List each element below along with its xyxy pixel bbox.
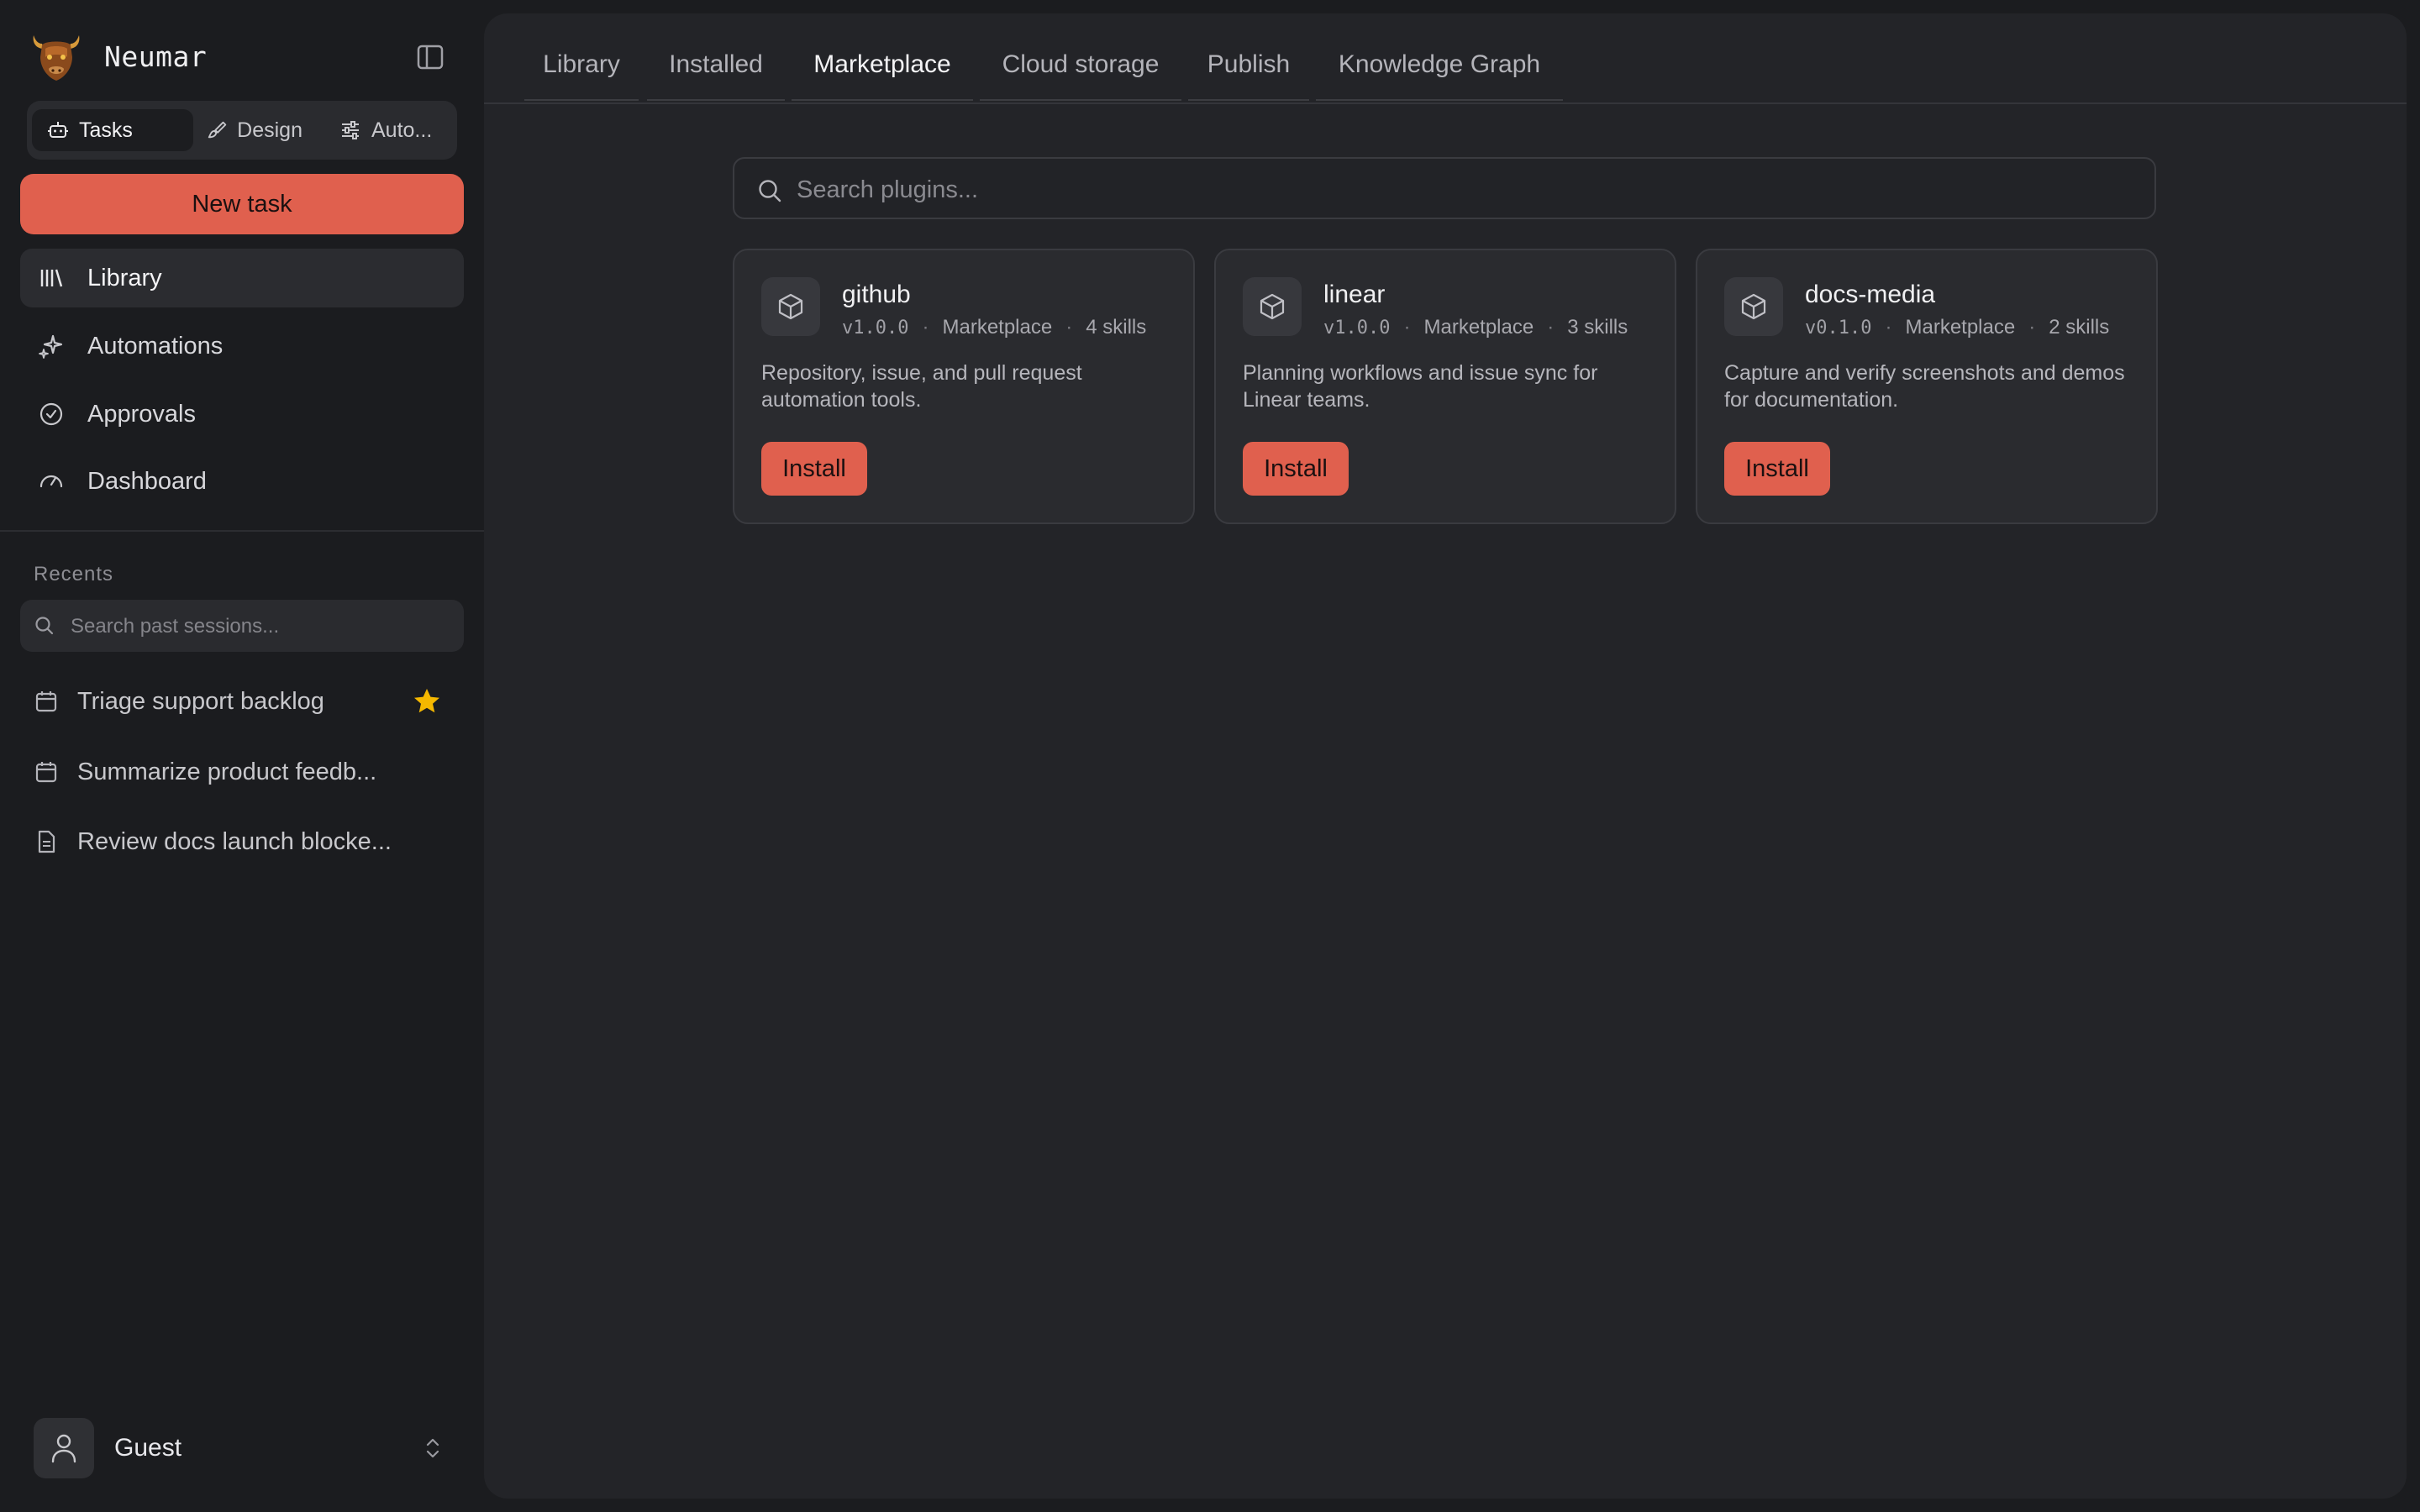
recent-session-item[interactable]: Summarize product feedb... — [20, 743, 464, 801]
gauge-icon — [37, 467, 66, 496]
mode-design[interactable]: Design — [192, 109, 318, 151]
plugin-name: docs-media — [1805, 281, 1936, 308]
mode-label: Design — [237, 118, 302, 142]
plugin-skills: 2 skills — [2049, 316, 2110, 339]
tab-library[interactable]: Library — [524, 50, 639, 101]
plugin-search-box — [733, 157, 2156, 219]
mode-label: Auto... — [371, 118, 433, 142]
package-icon — [761, 277, 820, 336]
sidebar-item-library[interactable]: Library — [20, 249, 464, 307]
calendar-icon — [32, 758, 60, 786]
plugin-skills: 4 skills — [1086, 316, 1147, 339]
chevron-up-down-icon — [426, 1438, 439, 1458]
plugin-name: github — [842, 281, 911, 308]
plugin-card-linear: linear v1.0.0 · Marketplace · 3 skills Plann… — [1214, 249, 1676, 524]
plugin-card-github: github v1.0.0 · Marketplace · 4 skills Repos… — [733, 249, 1195, 524]
plugin-description: Planning workflows and issue sync for Li… — [1243, 361, 1598, 412]
recent-session-item[interactable]: Triage support backlog — [20, 672, 464, 731]
avatar — [34, 1418, 94, 1478]
sparkles-icon — [37, 332, 66, 360]
plugin-skills: 3 skills — [1567, 316, 1628, 339]
recent-search-input[interactable] — [69, 608, 452, 645]
main-panel: Library Installed Marketplace Cloud stor… — [484, 13, 2407, 1499]
tab-marketplace[interactable]: Marketplace — [792, 50, 973, 101]
package-icon — [1724, 277, 1783, 336]
plugin-meta: v0.1.0 · Marketplace · 2 skills — [1805, 316, 2110, 339]
tab-publish[interactable]: Publish — [1188, 50, 1309, 101]
recent-session-label: Triage support backlog — [77, 687, 324, 715]
user-name: Guest — [114, 1434, 182, 1462]
plugin-search-input[interactable] — [795, 171, 2126, 209]
search-icon — [759, 180, 781, 202]
sidebar-item-automations[interactable]: Automations — [20, 317, 464, 375]
sidebar-toggle-button[interactable] — [413, 42, 447, 72]
sidebar-item-approvals[interactable]: Approvals — [20, 385, 464, 444]
sliders-icon — [342, 121, 359, 139]
mode-label: Tasks — [79, 118, 133, 142]
user-menu[interactable]: Guest — [34, 1418, 457, 1478]
sidebar-divider — [0, 530, 484, 532]
new-task-button[interactable]: New task — [20, 174, 464, 234]
search-icon — [35, 617, 54, 635]
plugin-meta: v1.0.0 · Marketplace · 3 skills — [1323, 316, 1628, 339]
check-circle-icon — [37, 400, 66, 428]
brand: Neumar — [30, 29, 207, 84]
tab-bar: Library Installed Marketplace Cloud stor… — [484, 13, 2407, 104]
plugin-version: v1.0.0 — [1323, 317, 1391, 339]
package-icon — [1243, 277, 1302, 336]
calendar-icon — [32, 687, 60, 716]
install-button[interactable]: Install — [1243, 442, 1349, 496]
plugin-card-docs-media: docs-media v0.1.0 · Marketplace · 2 skills C… — [1696, 249, 2158, 524]
library-icon — [37, 264, 66, 292]
nav-label: Dashboard — [87, 467, 207, 495]
star-icon[interactable] — [412, 686, 442, 717]
app-name: Neumar — [104, 39, 208, 73]
sidebar-toggle-icon — [417, 45, 444, 70]
recent-search-box — [20, 600, 464, 652]
tab-knowledge-graph[interactable]: Knowledge Graph — [1316, 50, 1563, 101]
brush-icon — [208, 121, 227, 139]
tab-cloud-storage[interactable]: Cloud storage — [980, 50, 1181, 101]
mode-tasks[interactable]: Tasks — [32, 109, 193, 151]
user-icon — [51, 1434, 76, 1463]
sidebar-item-dashboard[interactable]: Dashboard — [20, 452, 464, 511]
bull-logo-icon — [33, 35, 80, 81]
plugin-name: linear — [1323, 281, 1386, 308]
plugin-source: Marketplace — [942, 316, 1053, 339]
nav-label: Approvals — [87, 400, 196, 428]
mode-automations[interactable]: Auto... — [324, 109, 450, 151]
nav-label: Automations — [87, 332, 224, 360]
recent-session-label: Summarize product feedb... — [77, 758, 377, 785]
sidebar: Neumar Tasks Design Auto... New task Lib… — [0, 0, 484, 1512]
nav-label: Library — [87, 264, 162, 291]
plugin-description: Repository, issue, and pull request auto… — [761, 361, 1082, 412]
mode-switcher: Tasks Design Auto... — [27, 101, 457, 160]
install-button[interactable]: Install — [761, 442, 867, 496]
recent-session-item[interactable]: Review docs launch blocke... — [20, 812, 464, 871]
recent-session-label: Review docs launch blocke... — [77, 827, 392, 855]
document-icon — [32, 827, 60, 856]
plugin-version: v1.0.0 — [842, 317, 909, 339]
recents-heading: Recents — [34, 563, 114, 585]
tab-installed[interactable]: Installed — [647, 50, 785, 101]
install-button[interactable]: Install — [1724, 442, 1830, 496]
plugin-source: Marketplace — [1423, 316, 1534, 339]
plugin-description: Capture and verify screenshots and demos… — [1724, 361, 2125, 412]
plugin-meta: v1.0.0 · Marketplace · 4 skills — [842, 316, 1147, 339]
plugin-source: Marketplace — [1905, 316, 2016, 339]
robot-icon — [48, 122, 68, 138]
app-window: Neumar Tasks Design Auto... New task Lib… — [0, 0, 2420, 1512]
plugin-version: v0.1.0 — [1805, 317, 1872, 339]
